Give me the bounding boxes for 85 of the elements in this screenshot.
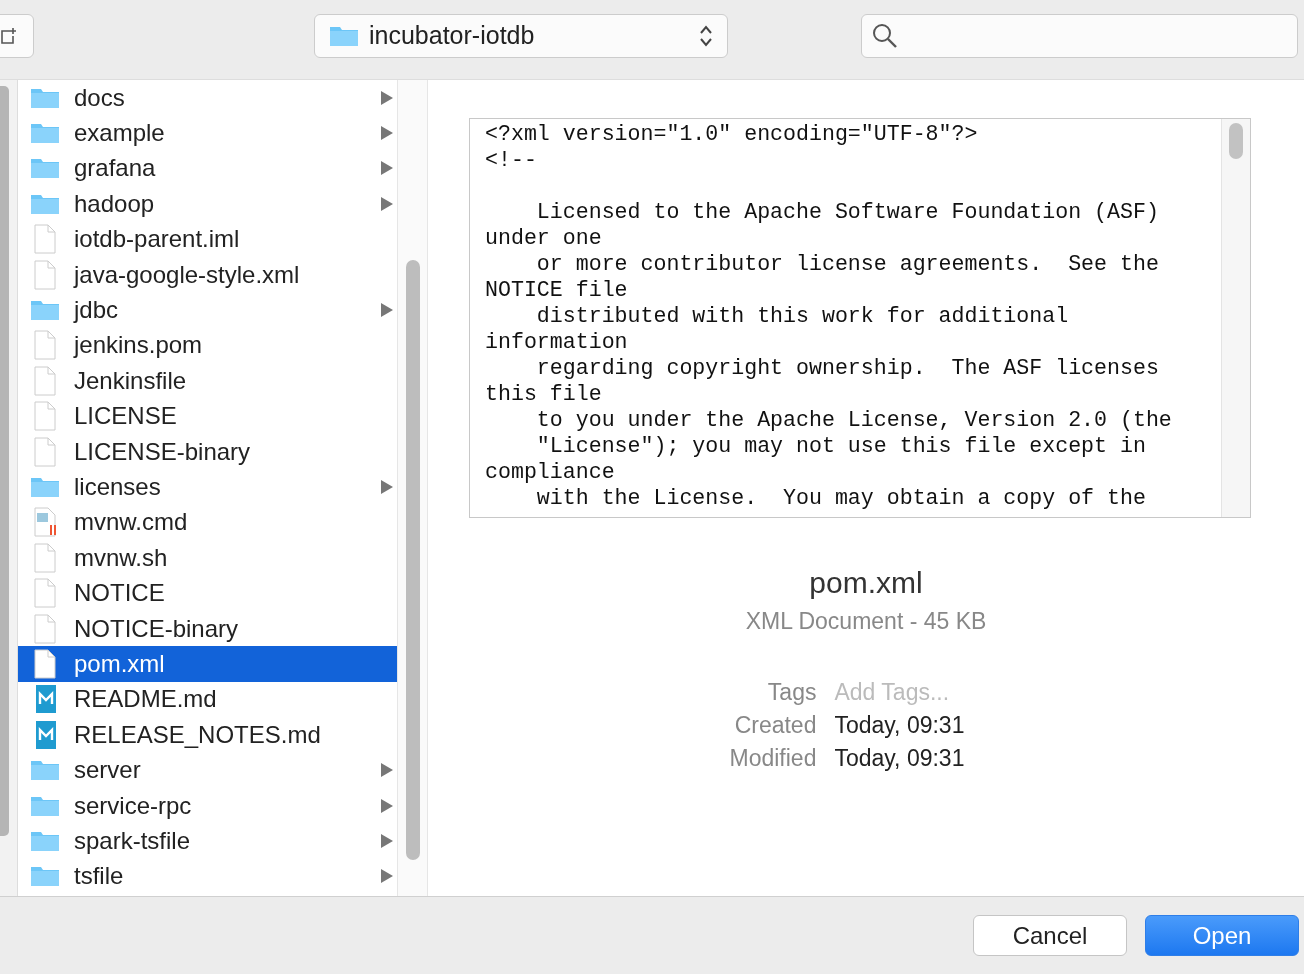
file-name: grafana (74, 154, 157, 183)
file-name-title: pom.xml (809, 566, 923, 600)
expand-arrow-icon (381, 763, 394, 778)
file-list-item[interactable]: hadoop (18, 186, 398, 222)
location-popup[interactable]: incubator-iotdb (314, 13, 728, 58)
folder-icon (30, 865, 60, 888)
file-list-item[interactable]: licenses (18, 469, 398, 505)
expand-arrow-icon (381, 480, 394, 494)
file-list-item[interactable]: mvnw.sh (18, 540, 398, 576)
file-name: hadoop (74, 189, 156, 218)
folder-icon (30, 759, 60, 782)
file-list-item[interactable]: server (18, 752, 398, 788)
expand-arrow-icon (381, 126, 394, 141)
file-list-item[interactable]: LICENSE-binary (18, 433, 398, 470)
file-name: docs (74, 83, 126, 112)
scrollbar[interactable] (1229, 123, 1243, 159)
file-list-item[interactable]: NOTICE-binary (18, 610, 398, 647)
file-list-item[interactable]: mvnw.cmd (18, 504, 398, 541)
scrollbar[interactable] (0, 86, 9, 836)
file-name: service-rpc (74, 791, 193, 820)
file-name: pom.xml (74, 649, 166, 678)
file-content-text: <?xml version="1.0" encoding="UTF-8"?> <!-- Licensed to the Apache Software Foundation (ASF) under one or more contributor license agreements. See the NOTICE file distributed with this work for additional information regarding copyright ownership. The ASF licenses this file to you under the Apache License, Version 2.0 (the "License"); you may not use this file except in compliance with the License. You may obtain a copy of the (484, 121, 1173, 512)
expand-arrow-icon (381, 869, 394, 884)
folder-icon (30, 794, 60, 817)
file-list-item[interactable]: jdbc (18, 292, 398, 328)
folder-icon (30, 86, 60, 109)
file-name: java-google-style.xml (74, 260, 301, 289)
file-name: licenses (74, 473, 162, 501)
file-name: NOTICE (74, 579, 166, 608)
metadata-label: Modified (729, 745, 817, 772)
metadata-value: Today, 09:31 (834, 712, 965, 739)
file-name: mvnw.sh (74, 543, 169, 572)
folder-icon (329, 24, 359, 47)
file-list-item[interactable]: NOTICE (18, 575, 398, 611)
file-name: jdbc (74, 296, 120, 325)
metadata-label: Created (733, 712, 817, 739)
file-list-item[interactable]: iotdb-parent.iml (18, 221, 398, 257)
file-list-item[interactable]: example (18, 115, 398, 151)
expand-arrow-icon (381, 798, 394, 813)
expand-arrow-icon (381, 90, 394, 105)
file-list-item[interactable]: tsfile (18, 858, 398, 894)
file-name: RELEASE_NOTES.md (74, 720, 322, 749)
file-list-item[interactable]: spark-tsfile (18, 823, 398, 859)
file-kind-size: XML Document - 45 KB (745, 608, 987, 635)
folder-icon (30, 122, 60, 145)
file-name: jenkins.pom (74, 331, 204, 360)
file-list-item[interactable]: README.md (18, 681, 398, 718)
open-button[interactable]: Open (1145, 915, 1299, 956)
file-name: tsfile (74, 862, 125, 891)
search-field[interactable] (861, 13, 1298, 58)
file-list-item[interactable]: pom.xml (18, 646, 398, 682)
expand-arrow-icon (381, 196, 394, 211)
folder-icon (30, 476, 60, 498)
expand-arrow-icon (381, 161, 394, 176)
file-name: spark-tsfile (74, 826, 192, 855)
file-name: NOTICE-binary (74, 614, 240, 643)
file-list-item[interactable]: service-rpc (18, 787, 398, 824)
folder-icon (30, 157, 60, 180)
search-icon (872, 22, 898, 49)
metadata-value: Today, 09:31 (834, 745, 965, 772)
file-name: mvnw.cmd (74, 508, 189, 537)
scrollbar[interactable] (405, 260, 420, 860)
file-name: LICENSE-binary (74, 437, 252, 466)
folder-icon (30, 192, 60, 215)
expand-arrow-icon (381, 833, 394, 848)
file-name: iotdb-parent.iml (74, 225, 241, 254)
file-name: example (74, 119, 166, 148)
metadata-label: Tags (766, 679, 817, 706)
file-name: LICENSE (74, 402, 178, 431)
file-list-item[interactable]: docs (18, 80, 398, 116)
file-list-item[interactable]: jenkins.pom (18, 327, 398, 364)
file-list-item[interactable]: LICENSE (18, 398, 398, 434)
file-list-item[interactable]: java-google-style.xml (18, 256, 398, 293)
folder-icon (30, 829, 60, 852)
file-name: server (74, 756, 142, 785)
file-list-item[interactable]: grafana (18, 150, 398, 187)
file-list-item[interactable]: RELEASE_NOTES.md (18, 717, 398, 753)
expand-arrow-icon (381, 303, 394, 318)
file-name: README.md (74, 685, 218, 714)
updown-chevron-icon (699, 23, 713, 48)
new-folder-icon (1, 26, 17, 45)
folder-icon (30, 299, 60, 322)
cancel-button[interactable]: Cancel (973, 915, 1127, 956)
file-list-item[interactable]: Jenkinsfile (18, 363, 398, 399)
file-name: Jenkinsfile (74, 366, 188, 395)
